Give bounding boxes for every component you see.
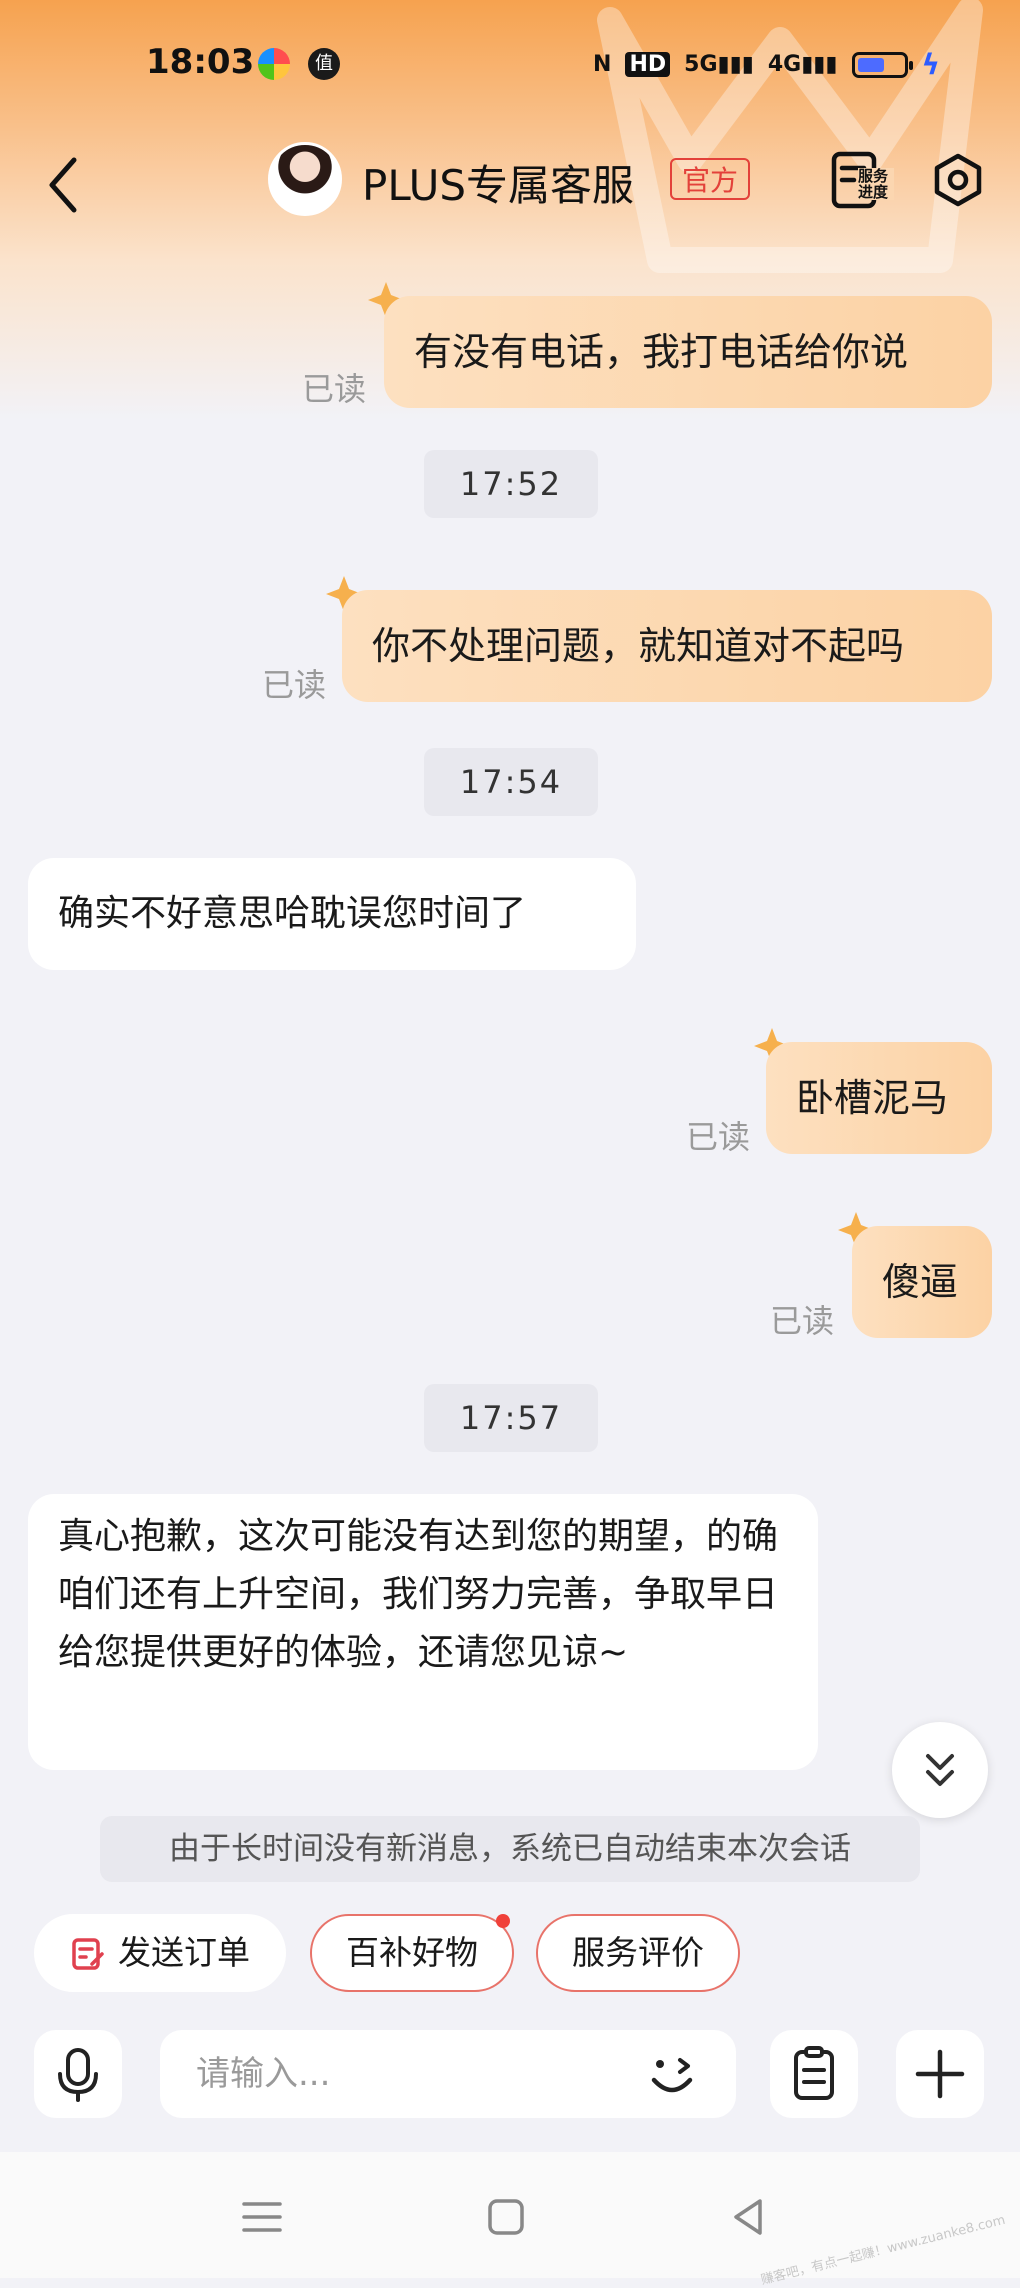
order-edit-icon — [72, 1938, 104, 1970]
read-status: 已读 — [770, 1302, 835, 1340]
send-order-button[interactable]: 发送订单 — [34, 1914, 286, 1992]
message-timestamp: 17:52 — [424, 450, 598, 518]
subsidy-goods-label: 百补好物 — [346, 1933, 478, 1972]
service-progress-label: 服务进度 — [858, 168, 894, 200]
battery-icon — [851, 51, 913, 78]
message-bubble-outgoing: 有没有电话，我打电话给你说 — [384, 296, 992, 408]
page-title: PLUS专属客服 — [362, 161, 635, 210]
message-timestamp: 17:57 — [424, 1384, 598, 1452]
back-icon[interactable] — [40, 152, 90, 218]
session-ended-notice: 由于长时间没有新消息，系统已自动结束本次会话 — [100, 1816, 920, 1882]
read-status: 已读 — [262, 666, 327, 704]
message-bubble-outgoing: 卧槽泥马 — [766, 1042, 992, 1154]
notification-dot — [496, 1914, 510, 1928]
menu-icon[interactable] — [232, 2192, 292, 2242]
4g-signal-icon: 4G▮▮▮ — [767, 52, 838, 77]
zhi-app-icon: 值 — [308, 48, 340, 80]
read-status: 已读 — [302, 370, 367, 408]
official-badge: 官方 — [670, 158, 751, 200]
rate-service-label: 服务评价 — [572, 1933, 704, 1972]
plus-icon — [915, 2049, 965, 2099]
chat-header: PLUS专属客服 官方 服务进度 — [0, 130, 1020, 240]
message-bubble-outgoing: 傻逼 — [852, 1226, 992, 1338]
battery-level — [857, 57, 884, 72]
home-icon[interactable] — [476, 2192, 536, 2242]
emoji-icon[interactable] — [640, 2042, 704, 2106]
voice-button[interactable] — [34, 2030, 122, 2118]
charging-icon: ϟ — [921, 48, 940, 81]
settings-icon[interactable] — [930, 152, 986, 208]
add-button[interactable] — [896, 2030, 984, 2118]
scroll-to-bottom-icon[interactable] — [892, 1722, 988, 1818]
colorful-app-icon — [258, 48, 290, 80]
5g-signal-icon: 5G▮▮▮ — [684, 52, 754, 77]
system-navigation-bar: 赚客吧，有点一起赚！www.zuanke8.com — [0, 2152, 1020, 2288]
message-bubble-outgoing: 你不处理问题，就知道对不起吗 — [342, 590, 992, 702]
avatar[interactable] — [268, 142, 342, 216]
status-time: 18:03 — [146, 42, 255, 82]
subsidy-goods-button[interactable]: 百补好物 — [310, 1914, 514, 1992]
rate-service-button[interactable]: 服务评价 — [536, 1914, 740, 1992]
back-nav-icon[interactable] — [720, 2192, 780, 2242]
message-bubble-incoming: 真心抱歉，这次可能没有达到您的期望，的确咱们还有上升空间，我们努力完善，争取早日… — [28, 1494, 818, 1770]
watermark: 赚客吧，有点一起赚！www.zuanke8.com — [759, 2212, 1007, 2288]
send-order-label: 发送订单 — [118, 1933, 250, 1972]
message-bubble-incoming: 确实不好意思哈耽误您时间了 — [28, 858, 636, 970]
quick-actions: 发送订单 百补好物 服务评价 — [0, 1914, 1020, 1996]
microphone-icon — [58, 2048, 98, 2102]
clipboard-icon — [794, 2046, 834, 2100]
hd-icon: HD — [625, 52, 671, 77]
nfc-icon: N — [593, 52, 612, 77]
message-timestamp: 17:54 — [424, 748, 598, 816]
composer — [0, 2030, 1020, 2120]
read-status: 已读 — [686, 1118, 751, 1156]
clipboard-button[interactable] — [770, 2030, 858, 2118]
status-bar: 18:03 值 N HD 5G▮▮▮ 4G▮▮▮ ϟ — [0, 0, 1020, 130]
service-progress-button[interactable]: 服务进度 — [830, 148, 894, 214]
